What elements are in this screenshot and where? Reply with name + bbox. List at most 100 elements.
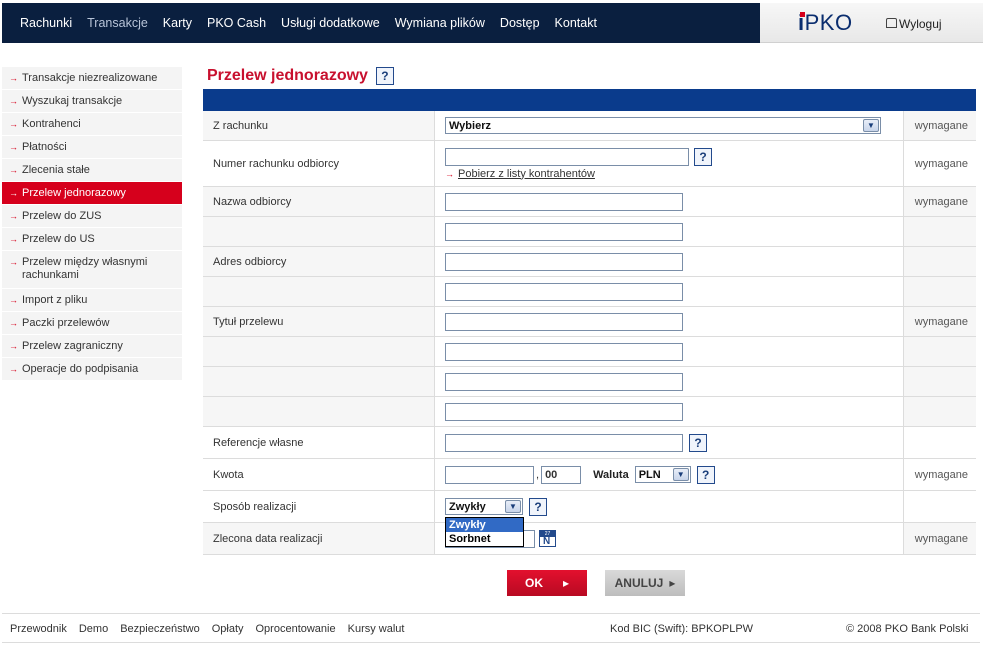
sidebar-item-platnosci[interactable]: → Płatności	[2, 136, 182, 159]
method-option-sorbnet[interactable]: Sorbnet	[446, 532, 523, 546]
required-label: wymagane	[914, 195, 968, 208]
method-option-zwykly[interactable]: Zwykły	[446, 518, 523, 532]
page-title: Przelew jednorazowy	[207, 67, 368, 84]
recipient-address-label: Adres odbiorcy	[203, 247, 435, 276]
nav-rachunki[interactable]: Rachunki	[20, 16, 72, 30]
required-label: wymagane	[914, 157, 968, 170]
nav-transakcje[interactable]: Transakcje	[87, 16, 148, 30]
footer-link-przewodnik[interactable]: Przewodnik	[10, 623, 67, 635]
sidebar-item-operacje-do-podpisania[interactable]: → Operacje do podpisania	[2, 358, 182, 381]
arrow-icon: →	[9, 341, 18, 351]
copyright: © 2008 PKO Bank Polski	[846, 623, 969, 635]
chevron-down-icon: ▼	[672, 468, 689, 481]
cancel-button[interactable]: ANULUJ ▸	[605, 570, 685, 596]
help-button[interactable]: ?	[696, 465, 715, 484]
help-button[interactable]: ?	[689, 433, 707, 452]
footer-link-demo[interactable]: Demo	[79, 623, 108, 635]
arrow-icon: →	[9, 257, 18, 267]
sidebar-item-wyszukaj-transakcje[interactable]: → Wyszukaj transakcje	[2, 90, 182, 113]
footer-link-oprocentowanie[interactable]: Oprocentowanie	[256, 623, 336, 635]
transfer-title-label: Tytuł przelewu	[203, 307, 435, 336]
chevron-down-icon: ▼	[505, 500, 521, 513]
page-title-area: Przelew jednorazowy ?	[207, 67, 394, 85]
help-button[interactable]: ?	[375, 67, 394, 85]
transfer-title-input-2[interactable]	[445, 342, 683, 361]
arrow-icon: →	[9, 119, 18, 129]
row-title-3	[203, 367, 976, 397]
nav-karty[interactable]: Karty	[163, 16, 192, 30]
transfer-title-input-4[interactable]	[445, 402, 683, 421]
sidebar-item-kontrahenci[interactable]: → Kontrahenci	[2, 113, 182, 136]
sidebar-item-przelew-do-us[interactable]: → Przelew do US	[2, 228, 182, 251]
transfer-title-input-1[interactable]	[445, 312, 683, 331]
recipient-name-label: Nazwa odbiorcy	[203, 187, 435, 216]
from-account-label: Z rachunku	[203, 111, 435, 140]
required-label: wymagane	[914, 468, 968, 481]
padlock-icon	[886, 18, 897, 28]
sidebar-item-paczki-przelewow[interactable]: → Paczki przelewów	[2, 312, 182, 335]
own-reference-input[interactable]	[445, 433, 683, 452]
recipient-address-input-2[interactable]	[445, 282, 683, 301]
sidebar-item-transakcje-niezrealizowane[interactable]: → Transakcje niezrealizowane	[2, 67, 182, 90]
method-dropdown-list: Zwykły Sorbnet	[445, 517, 524, 547]
chevron-down-icon: ▼	[863, 119, 879, 132]
sidebar-item-zlecenia-stale[interactable]: → Zlecenia stałe	[2, 159, 182, 182]
method-select[interactable]: Zwykły ▼	[445, 498, 523, 515]
row-recipient-address-2	[203, 277, 976, 307]
nav-pko-cash[interactable]: PKO Cash	[207, 16, 266, 30]
footer-link-oplaty[interactable]: Opłaty	[212, 623, 244, 635]
logout-button[interactable]: Wyloguj	[886, 17, 942, 31]
own-reference-label: Referencje własne	[203, 427, 435, 458]
nav-kontakt[interactable]: Kontakt	[555, 16, 597, 30]
nav-dostep[interactable]: Dostęp	[500, 16, 540, 30]
sidebar-item-przelew-miedzy-rachunkami[interactable]: → Przelew między własnymi rachunkami	[2, 251, 182, 289]
help-button[interactable]: ?	[529, 497, 547, 516]
form-header-bar	[203, 89, 976, 111]
sidebar-item-przelew-do-zus[interactable]: → Przelew do ZUS	[2, 205, 182, 228]
top-navigation-bar: Rachunki Transakcje Karty PKO Cash Usług…	[2, 3, 760, 43]
sidebar-item-przelew-zagraniczny[interactable]: → Przelew zagraniczny	[2, 335, 182, 358]
row-method: Sposób realizacji Zwykły ▼ ?	[203, 491, 976, 523]
recipient-name-input-2[interactable]	[445, 222, 683, 241]
help-button[interactable]: ?	[694, 147, 712, 166]
arrow-icon: →	[9, 142, 18, 152]
logo-dot	[800, 12, 805, 17]
brand-area: iPKO Wyloguj	[760, 3, 983, 43]
sidebar-menu: → Transakcje niezrealizowane → Wyszukaj tr…	[2, 67, 182, 381]
row-title-2	[203, 337, 976, 367]
recipient-name-input-1[interactable]	[445, 192, 683, 211]
arrow-icon: →	[9, 96, 18, 106]
transfer-form: Z rachunku Wybierz ▼ wymagane Numer rach…	[203, 111, 976, 555]
triangle-right-icon: ▸	[562, 576, 570, 590]
recipient-address-input-1[interactable]	[445, 252, 683, 271]
amount-input[interactable]	[445, 465, 534, 484]
decimal-comma: ,	[536, 468, 540, 481]
row-recipient-name-1: Nazwa odbiorcy wymagane	[203, 187, 976, 217]
sidebar-item-przelew-jednorazowy[interactable]: → Przelew jednorazowy	[2, 182, 182, 205]
footer-link-bezpieczenstwo[interactable]: Bezpieczeństwo	[120, 623, 200, 635]
from-account-select[interactable]: Wybierz ▼	[445, 117, 881, 134]
arrow-icon: →	[9, 188, 18, 198]
row-own-reference: Referencje własne ?	[203, 427, 976, 459]
arrow-icon: →	[9, 234, 18, 244]
arrow-icon: →	[9, 211, 18, 221]
footer-link-kursy-walut[interactable]: Kursy walut	[348, 623, 405, 635]
ok-button[interactable]: OK ▸	[507, 570, 587, 596]
transfer-title-input-3[interactable]	[445, 372, 683, 391]
row-date: Zlecona data realizacji 27 N wymagane	[203, 523, 976, 555]
row-from-account: Z rachunku Wybierz ▼ wymagane	[203, 111, 976, 141]
arrow-icon: →	[9, 73, 18, 83]
pick-contractor-link[interactable]: Pobierz z listy kontrahentów	[458, 168, 595, 180]
triangle-right-icon: ▸	[669, 576, 676, 590]
main-menu: Rachunki Transakcje Karty PKO Cash Usług…	[20, 16, 612, 30]
nav-wymiana-plikow[interactable]: Wymiana plików	[395, 16, 485, 30]
amount-decimals-input[interactable]: 00	[541, 465, 582, 484]
recipient-account-input[interactable]	[445, 147, 689, 166]
calendar-icon[interactable]: 27 N	[539, 530, 556, 547]
arrow-icon: →	[9, 364, 18, 374]
date-label: Zlecona data realizacji	[203, 523, 435, 554]
nav-uslugi-dodatkowe[interactable]: Usługi dodatkowe	[281, 16, 380, 30]
currency-select[interactable]: PLN ▼	[634, 466, 691, 483]
sidebar-item-import-z-pliku[interactable]: → Import z pliku	[2, 289, 182, 312]
arrow-icon: →	[9, 165, 18, 175]
